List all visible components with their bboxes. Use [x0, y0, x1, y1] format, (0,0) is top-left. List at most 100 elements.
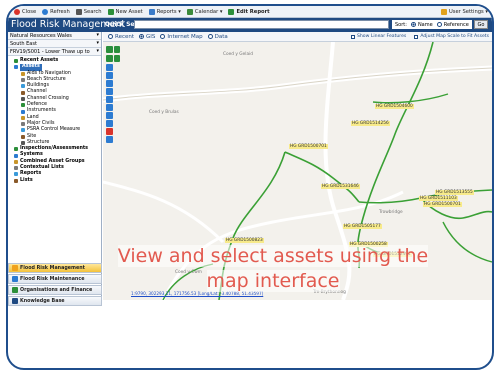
new-asset-button[interactable]: New Asset [107, 8, 143, 15]
place-label: Coed y Brulas [149, 110, 179, 115]
quick-search-input[interactable] [134, 20, 389, 29]
system-select[interactable]: FRV19/S001 - Lower Thaw up to [8, 48, 101, 56]
sort-reference-radio[interactable]: Reference [436, 22, 469, 28]
asset-label[interactable]: HG GRD1504600 [375, 104, 414, 109]
edit-icon[interactable] [106, 120, 113, 127]
buffer-icon[interactable] [106, 104, 113, 111]
asset-label[interactable]: HG GRD1511103 [419, 196, 458, 201]
lists-icon [14, 178, 18, 183]
nav-button[interactable]: Flood Risk Maintenance [8, 274, 102, 284]
asset-label[interactable]: HG GRD1500823 [225, 238, 264, 243]
watercourse [372, 93, 449, 104]
checkbox-icon [414, 34, 419, 39]
full-extent-icon[interactable] [113, 55, 120, 62]
nav-button[interactable]: Flood Risk Management [8, 263, 102, 273]
land-icon [21, 115, 25, 120]
sort-name-radio[interactable]: Name [410, 22, 433, 28]
title-bar: Flood Risk Management Quick Search: Sort… [8, 18, 492, 32]
help-icon[interactable] [106, 136, 113, 143]
tree-item-label: Lists [20, 177, 33, 183]
defence-icon [21, 103, 25, 108]
watercourse [284, 151, 360, 203]
legend-icon[interactable] [106, 112, 113, 119]
asset-label[interactable]: HG GRD1500701 [423, 202, 462, 207]
map-view-bar: Recent GIS Internet Map Data Show Linear… [103, 32, 492, 42]
region-select[interactable]: South East [8, 40, 101, 48]
zoom-out-icon[interactable] [113, 46, 120, 53]
nav-button-label: Organisations and Finance [20, 287, 93, 293]
calendar-icon [186, 8, 193, 15]
refresh-button[interactable]: Refresh [42, 8, 70, 15]
building-icon [21, 84, 25, 89]
lists-icon [14, 166, 18, 171]
systems-icon [14, 153, 18, 158]
layers-icon[interactable] [106, 88, 113, 95]
asset-label[interactable]: HG GRD1531646 [321, 184, 360, 189]
nav-button[interactable]: Organisations and Finance [8, 285, 102, 295]
nav-button[interactable]: Knowledge Base [8, 296, 102, 306]
site-icon [21, 134, 25, 139]
select-icon[interactable] [106, 64, 113, 71]
binoculars-icon [75, 8, 82, 15]
module-icon [12, 265, 18, 271]
module-nav: Flood Risk Management Flood Risk Maintena… [8, 262, 102, 307]
instrument-icon [21, 109, 25, 114]
asset-label[interactable]: HG GRD1513555 [435, 190, 474, 195]
edit-report-button[interactable]: Edit Report [228, 8, 270, 15]
user-settings-icon [440, 8, 447, 15]
beach-icon [21, 78, 25, 83]
module-icon [12, 276, 18, 282]
assets-icon [14, 65, 18, 70]
caption-line-1: View and select assets using the [117, 245, 429, 267]
structure-icon [21, 141, 25, 145]
clear-icon[interactable] [106, 128, 113, 135]
crossing-icon [21, 96, 25, 101]
tree-item[interactable]: Lists [10, 178, 99, 184]
view-internet-map-radio[interactable]: Internet Map [160, 34, 203, 40]
adjust-map-scale-checkbox[interactable]: Adjust Map Scale to Fit Assets [414, 34, 489, 39]
measure-icon[interactable] [106, 80, 113, 87]
place-label: Coed y Gelaid [223, 52, 253, 57]
control-icon [21, 128, 25, 133]
watercourse [442, 221, 492, 263]
go-button[interactable]: Go [474, 20, 488, 29]
radio-selected-icon [139, 34, 145, 39]
channel-icon [21, 90, 25, 95]
sort-label: Sort: [395, 21, 407, 28]
reports-menu[interactable]: Reports ▾ [148, 8, 181, 15]
asset-tree: Recent Assets Assets Aids to Navigation Bea… [8, 56, 101, 186]
zoom-in-icon[interactable] [106, 46, 113, 53]
view-data-radio[interactable]: Data [207, 34, 228, 40]
identify-icon[interactable] [106, 72, 113, 79]
show-linear-features-checkbox[interactable]: Show Linear Features [350, 34, 406, 39]
reports-icon [148, 8, 155, 15]
calendar-menu[interactable]: Calendar ▾ [186, 8, 222, 15]
radio-icon [160, 34, 166, 39]
module-icon [12, 287, 18, 293]
user-settings-menu[interactable]: User Settings ▾ [440, 8, 488, 15]
asset-label[interactable]: HG GRD1505177 [343, 224, 382, 229]
nav-button-label: Flood Risk Management [20, 265, 85, 271]
search-button[interactable]: Search [75, 8, 102, 15]
asset-label[interactable]: HG GRD1500701 [289, 144, 328, 149]
organisation-select[interactable]: Natural Resources Wales [8, 32, 101, 40]
slide-frame: Close Refresh Search New Asset Reports ▾… [6, 4, 494, 370]
civils-icon [21, 122, 25, 127]
view-recent-radio[interactable]: Recent [108, 34, 134, 40]
view-gis-radio[interactable]: GIS [139, 34, 155, 40]
close-button[interactable]: Close [14, 8, 36, 15]
nav-button-label: Knowledge Base [20, 298, 65, 304]
map-tools [106, 45, 120, 144]
print-icon[interactable] [106, 96, 113, 103]
asset-label[interactable]: HG GRD1514256 [351, 121, 390, 126]
radio-icon [108, 34, 113, 39]
nav-button-label: Flood Risk Maintenance [20, 276, 85, 282]
sidebar: Natural Resources Wales South East FRV19… [8, 32, 102, 306]
pan-icon[interactable] [106, 55, 113, 62]
groups-icon [14, 159, 18, 164]
close-icon [14, 8, 20, 15]
reports-icon [14, 172, 18, 177]
place-label: Trowbridge [379, 210, 403, 215]
caption: View and select assets using the map int… [108, 244, 438, 294]
inspection-icon [14, 147, 18, 152]
